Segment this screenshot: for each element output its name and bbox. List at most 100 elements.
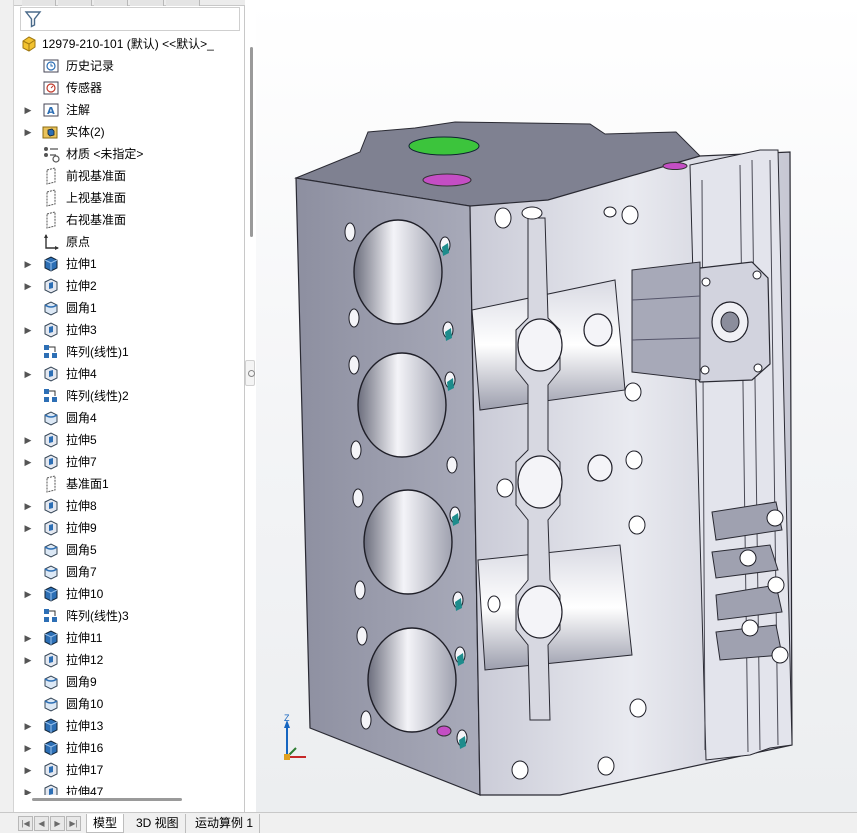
tree-item[interactable]: 阵列(线性)2 [14,385,236,407]
expand-arrow-icon[interactable]: ▶ [22,324,34,336]
part-icon [22,36,36,52]
tree-item[interactable]: ▶ 拉伸16 [14,737,236,759]
filter-icon[interactable] [24,10,42,28]
panel-splitter-handle[interactable] [245,360,255,386]
next-tab-button[interactable]: ▶ [50,816,65,831]
tree-item[interactable]: 圆角1 [14,297,236,319]
tree-item-label: 材质 <未指定> [66,147,144,161]
panel-tab-strip [14,0,245,6]
tree-item[interactable]: 圆角4 [14,407,236,429]
tree-item[interactable]: 材质 <未指定> [14,143,236,165]
tree-item[interactable]: ▶ A 注解 [14,99,236,121]
tab-dimxpert[interactable] [130,0,164,6]
expand-arrow-icon[interactable]: ▶ [22,368,34,380]
graphics-area[interactable]: Z [256,0,857,812]
tab-display-manager[interactable] [166,0,200,6]
tree-item[interactable]: ▶ 拉伸3 [14,319,236,341]
tree-item[interactable]: 上视基准面 [14,187,236,209]
expand-arrow-icon[interactable]: ▶ [22,654,34,666]
tab-feature-manager[interactable] [22,0,56,6]
tree-item[interactable]: 圆角10 [14,693,236,715]
tree-item[interactable]: ▶ 实体(2) [14,121,236,143]
tree-item[interactable]: ▶ 拉伸9 [14,517,236,539]
engine-block-model[interactable] [256,0,857,812]
tree-item[interactable]: ▶ 拉伸10 [14,583,236,605]
tab-3d-view[interactable]: 3D 视图 [130,814,186,833]
linear-pattern-icon [44,389,57,402]
first-tab-button[interactable]: |◀ [18,816,33,831]
tree-item-label: 圆角9 [66,675,97,689]
tree-item-label: 圆角4 [66,411,97,425]
expand-arrow-icon[interactable]: ▶ [22,632,34,644]
tree-item-label: 拉伸7 [66,455,97,469]
expand-arrow-icon[interactable]: ▶ [22,522,34,534]
tree-item[interactable]: 阵列(线性)3 [14,605,236,627]
expand-arrow-icon[interactable]: ▶ [22,434,34,446]
expand-arrow-icon[interactable]: ▶ [22,280,34,292]
cut-extrude-icon [44,366,58,382]
cut-extrude-icon [44,498,58,514]
tree-item[interactable]: 右视基准面 [14,209,236,231]
solid-bodies-icon [42,126,58,139]
tree-root-part[interactable]: 12979-210-101 (默认) <<默认>_ [14,33,236,55]
tree-item[interactable]: ▶ 拉伸12 [14,649,236,671]
tree-item[interactable]: 前视基准面 [14,165,236,187]
tree-filter-bar[interactable] [20,7,240,31]
tree-horizontal-scrollbar[interactable] [32,798,182,801]
tree-item[interactable]: 圆角7 [14,561,236,583]
expand-arrow-icon[interactable]: ▶ [22,500,34,512]
tab-model[interactable]: 模型 [86,814,125,833]
tree-item[interactable]: ▶ 拉伸5 [14,429,236,451]
tree-item[interactable]: ▶ 拉伸47 [14,781,236,795]
cut-extrude-icon [44,432,58,448]
plane-icon [46,189,56,207]
tree-item[interactable]: ▶ 拉伸17 [14,759,236,781]
tree-item[interactable]: 历史记录 [14,55,236,77]
cut-extrude-icon [44,652,58,668]
tree-item-label: 传感器 [66,81,103,95]
sensor-icon [43,81,59,95]
cut-extrude-icon [44,454,58,470]
tree-item-label: 阵列(线性)3 [66,609,129,623]
tree-item[interactable]: ▶ 拉伸11 [14,627,236,649]
tree-item[interactable]: ▶ 拉伸7 [14,451,236,473]
tree-item-label: 阵列(线性)2 [66,389,129,403]
expand-arrow-icon[interactable]: ▶ [22,126,34,138]
root-label: 12979-210-101 (默认) <<默认>_ [42,37,214,51]
last-tab-button[interactable]: ▶| [66,816,81,831]
tab-motion-study[interactable]: 运动算例 1 [189,814,261,833]
expand-arrow-icon[interactable]: ▶ [22,742,34,754]
tree-item[interactable]: ▶ 拉伸4 [14,363,236,385]
prev-tab-button[interactable]: ◀ [34,816,49,831]
tree-item[interactable]: 阵列(线性)1 [14,341,236,363]
expand-arrow-icon[interactable]: ▶ [22,786,34,795]
expand-arrow-icon[interactable]: ▶ [22,764,34,776]
expand-arrow-icon[interactable]: ▶ [22,720,34,732]
tree-item[interactable]: ▶ 拉伸1 [14,253,236,275]
tree-item[interactable]: 圆角9 [14,671,236,693]
expand-arrow-icon[interactable]: ▶ [22,588,34,600]
tree-item[interactable]: 圆角5 [14,539,236,561]
left-edge-strip [0,0,14,833]
expand-arrow-icon[interactable]: ▶ [22,258,34,270]
history-icon [43,59,59,73]
expand-arrow-icon[interactable]: ▶ [22,104,34,116]
tree-item-label: 拉伸5 [66,433,97,447]
tree-scroll-thumb[interactable] [250,47,253,237]
tree-item[interactable]: 传感器 [14,77,236,99]
tree-item[interactable]: ▶ 拉伸8 [14,495,236,517]
tab-property-manager[interactable] [58,0,92,6]
fillet-icon [44,697,58,712]
annotation-icon: A [43,103,59,117]
expand-arrow-icon[interactable]: ▶ [22,456,34,468]
tab-configuration-manager[interactable] [94,0,128,6]
tree-item[interactable]: ▶ 拉伸2 [14,275,236,297]
tree-item-label: 实体(2) [66,125,105,139]
fillet-icon [44,301,58,316]
tree-item[interactable]: 原点 [14,231,236,253]
tree-item-label: 拉伸8 [66,499,97,513]
tree-item[interactable]: ▶ 拉伸13 [14,715,236,737]
tree-item[interactable]: 基准面1 [14,473,236,495]
tree-vertical-scrollbar[interactable] [246,33,256,795]
tree-item-label: 拉伸2 [66,279,97,293]
